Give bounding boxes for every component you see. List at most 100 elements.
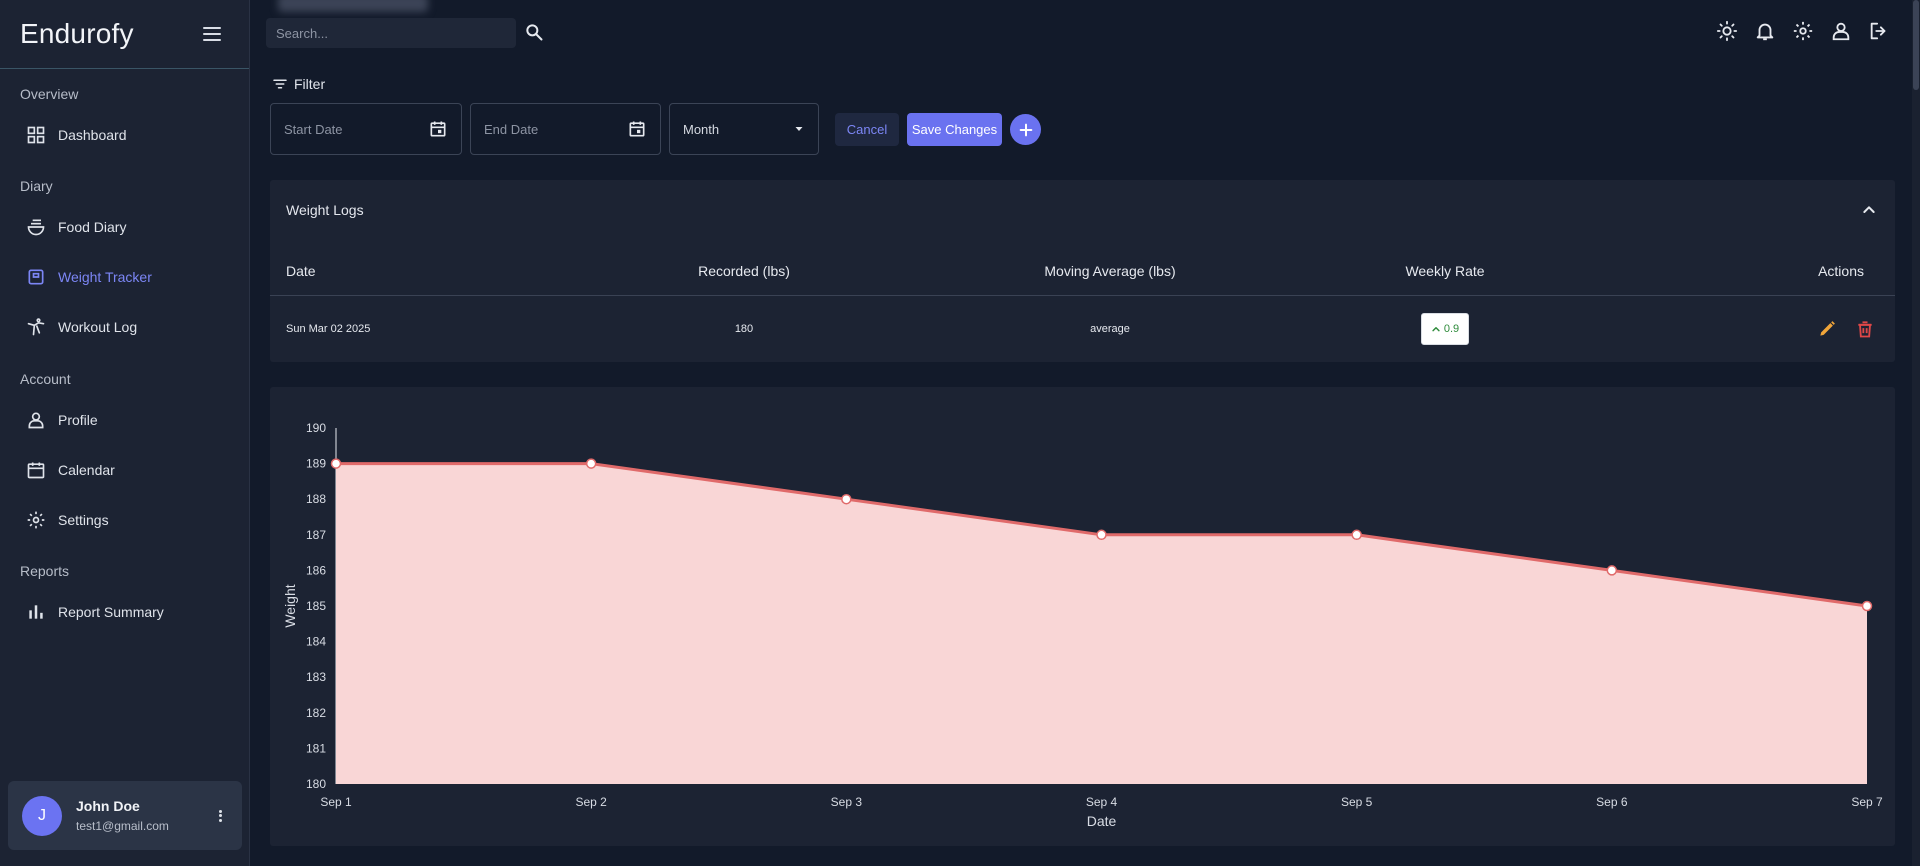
add-entry-button[interactable] — [1010, 114, 1041, 145]
y-tick-label: 180 — [306, 777, 326, 791]
user-info: John Doe test1@gmail.com — [76, 798, 212, 833]
sidebar-item-profile[interactable]: Profile — [26, 406, 98, 434]
search-icon[interactable] — [524, 22, 544, 42]
sidebar-item-label: Weight Tracker — [58, 269, 152, 285]
y-tick-label: 187 — [306, 528, 326, 542]
arrow-up-icon — [1432, 327, 1440, 332]
gear-icon[interactable] — [1792, 20, 1814, 42]
data-point — [1351, 529, 1362, 541]
y-tick-label: 190 — [306, 421, 326, 435]
sun-icon[interactable] — [1716, 20, 1738, 42]
sidebar-item-label: Report Summary — [58, 604, 164, 620]
blurred-page-title — [278, 0, 428, 12]
weight-chart: 180 181 182 183 184 185 186 187 188 189 190 Sep 1 Se… — [282, 421, 1883, 829]
delete-trash-icon[interactable] — [1855, 319, 1875, 339]
cell-moving-average: average — [1090, 323, 1130, 335]
x-tick-label: Sep 6 — [1596, 795, 1628, 809]
save-changes-button[interactable]: Save Changes — [907, 113, 1002, 146]
person-icon — [28, 412, 44, 429]
data-point — [585, 458, 597, 469]
user-card: J John Doe test1@gmail.com — [8, 781, 242, 850]
more-options-icon[interactable] — [212, 808, 228, 824]
y-tick-label: 189 — [306, 457, 326, 471]
cancel-button[interactable]: Cancel — [835, 113, 899, 146]
y-tick-label: 188 — [306, 492, 326, 506]
sidebar-item-settings[interactable]: Settings — [26, 506, 109, 534]
y-tick-label: 182 — [306, 706, 326, 720]
search-input[interactable] — [276, 25, 506, 41]
weekly-rate-value: 0.9 — [1443, 323, 1460, 335]
data-point — [330, 458, 342, 469]
column-header-moving-average: Moving Average (lbs) — [1044, 263, 1176, 279]
sidebar-item-workout-log[interactable]: Workout Log — [26, 313, 137, 341]
column-header-date: Date — [286, 263, 316, 279]
start-date-placeholder: Start Date — [284, 121, 343, 137]
filter-label: Filter — [294, 76, 326, 92]
weight-logs-panel: Weight Logs Date Recorded (lbs) Moving A… — [270, 180, 1895, 362]
filter-toggle[interactable]: Filter — [271, 75, 325, 93]
sidebar-item-food-diary[interactable]: Food Diary — [26, 213, 126, 241]
calendar-icon — [27, 462, 45, 479]
scrollbar-thumb[interactable] — [1913, 0, 1919, 90]
x-tick-label: Sep 5 — [1341, 795, 1373, 809]
table-row: Sun Mar 02 2025 180 average 0.9 — [270, 297, 1895, 361]
x-tick-label: Sep 3 — [831, 795, 863, 809]
scale-icon — [28, 269, 44, 285]
section-label-overview: Overview — [20, 86, 79, 102]
data-point — [1861, 600, 1873, 612]
sidebar-item-label: Profile — [58, 412, 98, 428]
sidebar-item-label: Dashboard — [58, 127, 127, 143]
table-header: Date Recorded (lbs) Moving Average (lbs)… — [270, 258, 1895, 296]
sidebar-item-label: Settings — [58, 512, 109, 528]
x-tick-label: Sep 4 — [1086, 795, 1118, 809]
bell-icon[interactable] — [1754, 20, 1776, 42]
sidebar-item-report-summary[interactable]: Report Summary — [26, 598, 164, 626]
search-bar — [266, 18, 516, 48]
edit-pencil-icon[interactable] — [1817, 319, 1837, 339]
y-tick-label: 183 — [306, 670, 326, 684]
panel-title: Weight Logs — [286, 202, 364, 218]
plus-icon — [1019, 123, 1032, 136]
x-axis-title: Date — [1087, 813, 1117, 829]
column-header-weekly-rate: Weekly Rate — [1405, 263, 1485, 279]
column-header-recorded: Recorded (lbs) — [698, 263, 790, 279]
sidebar-item-calendar[interactable]: Calendar — [26, 456, 115, 484]
calendar-icon[interactable] — [627, 119, 647, 139]
y-tick-label: 181 — [306, 741, 326, 755]
bar-chart-icon — [29, 605, 43, 619]
x-tick-label: Sep 7 — [1851, 795, 1883, 809]
avatar: J — [22, 795, 62, 836]
y-axis-title: Weight — [282, 584, 298, 627]
sidebar-item-label: Workout Log — [58, 319, 138, 335]
hamburger-menu-icon[interactable] — [203, 27, 221, 41]
brand-logo-text: Endurofy — [20, 18, 134, 49]
section-label-diary: Diary — [20, 178, 53, 194]
end-date-field[interactable]: End Date — [470, 103, 661, 155]
user-email: test1@gmail.com — [76, 819, 169, 833]
section-label-account: Account — [20, 371, 71, 387]
data-point — [1606, 565, 1618, 576]
chevron-up-icon[interactable] — [1861, 202, 1877, 218]
period-select[interactable]: Month — [669, 103, 819, 155]
x-tick-label: Sep 1 — [320, 795, 352, 809]
gear-icon — [27, 511, 45, 529]
calendar-icon[interactable] — [428, 119, 448, 139]
cell-recorded: 180 — [734, 323, 754, 335]
page-scrollbar[interactable] — [1912, 0, 1920, 866]
data-point — [1096, 529, 1107, 541]
cell-actions — [1817, 297, 1875, 361]
filter-icon — [273, 79, 287, 89]
start-date-field[interactable]: Start Date — [270, 103, 462, 155]
cell-date: Sun Mar 02 2025 — [286, 323, 371, 335]
brand-header: Endurofy — [0, 0, 249, 69]
person-icon[interactable] — [1830, 20, 1852, 42]
end-date-placeholder: End Date — [484, 121, 539, 137]
food-bowl-icon — [27, 219, 45, 236]
logout-icon[interactable] — [1868, 20, 1890, 42]
column-header-actions: Actions — [1818, 263, 1864, 279]
sidebar-item-label: Food Diary — [58, 219, 127, 235]
sidebar-item-dashboard[interactable]: Dashboard — [26, 121, 127, 149]
weekly-rate-badge: 0.9 — [1421, 313, 1469, 345]
sidebar-item-label: Calendar — [58, 462, 115, 478]
sidebar-item-weight-tracker[interactable]: Weight Tracker — [26, 263, 152, 291]
